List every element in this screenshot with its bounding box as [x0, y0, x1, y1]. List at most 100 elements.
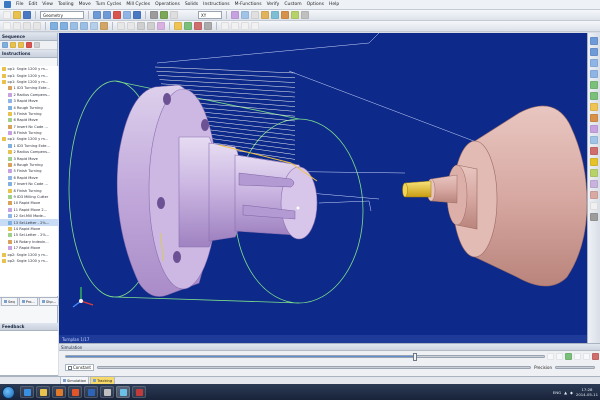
- mill-tool-icon[interactable]: [60, 22, 68, 30]
- menu-move[interactable]: Move: [79, 2, 91, 7]
- taskbar-explorer-icon[interactable]: [36, 386, 50, 398]
- redo-icon[interactable]: [103, 11, 111, 19]
- shade-icon[interactable]: [231, 11, 239, 19]
- menu-tooling[interactable]: Tooling: [58, 2, 74, 7]
- show-part-icon[interactable]: [590, 180, 598, 188]
- rewind-icon[interactable]: [547, 353, 554, 360]
- rapid-move-icon[interactable]: [117, 22, 125, 30]
- language-indicator[interactable]: ENG: [553, 390, 561, 395]
- fast-forward-icon[interactable]: [583, 353, 590, 360]
- groove-tool-icon[interactable]: [90, 22, 98, 30]
- open-folder-icon[interactable]: [13, 11, 21, 19]
- step-back-icon[interactable]: [556, 353, 563, 360]
- view-plane-combo[interactable]: XY: [198, 11, 222, 19]
- step-forward-icon[interactable]: [574, 353, 581, 360]
- measure-icon[interactable]: [271, 11, 279, 19]
- snapshot-icon[interactable]: [590, 213, 598, 221]
- help-icon[interactable]: [133, 11, 141, 19]
- delete-operation-icon[interactable]: [26, 42, 32, 48]
- mode-combo[interactable]: Geometry: [40, 11, 84, 19]
- plane-xy-icon[interactable]: [221, 22, 229, 30]
- wireframe-icon[interactable]: [241, 11, 249, 19]
- menu-verify[interactable]: Verify: [267, 2, 280, 7]
- tab-shape[interactable]: Shp...: [38, 298, 60, 306]
- taskbar-app-icon[interactable]: [100, 386, 114, 398]
- plane-custom-icon[interactable]: [251, 22, 259, 30]
- plane-yz-icon[interactable]: [231, 22, 239, 30]
- plane-zx-icon[interactable]: [241, 22, 249, 30]
- line-icon[interactable]: [13, 22, 21, 30]
- point-icon[interactable]: [3, 22, 11, 30]
- menu-file[interactable]: File: [16, 2, 24, 7]
- rotate-view-icon[interactable]: [590, 114, 598, 122]
- taskbar-firefox-icon[interactable]: [68, 386, 82, 398]
- zoom-icon[interactable]: [123, 11, 131, 19]
- zoom-in-icon[interactable]: [590, 81, 598, 89]
- 3d-viewport[interactable]: [59, 33, 587, 335]
- menu-help[interactable]: Help: [329, 2, 339, 7]
- verify-icon[interactable]: [184, 22, 192, 30]
- section-view-icon[interactable]: [590, 147, 598, 155]
- options-icon[interactable]: [301, 11, 309, 19]
- lighting-icon[interactable]: [590, 202, 598, 210]
- stop-icon[interactable]: [592, 353, 599, 360]
- save-icon[interactable]: [23, 11, 31, 19]
- pan-view-icon[interactable]: [590, 125, 598, 133]
- expand-all-icon[interactable]: [34, 42, 40, 48]
- taskbar-ie-icon[interactable]: [20, 386, 34, 398]
- redraw-icon[interactable]: [590, 136, 598, 144]
- arc-icon[interactable]: [33, 22, 41, 30]
- view-top-icon[interactable]: [590, 59, 598, 67]
- tab-sequence[interactable]: Seq: [1, 298, 18, 306]
- turn-tool-icon[interactable]: [50, 22, 58, 30]
- undo-icon[interactable]: [93, 11, 101, 19]
- menu-solids[interactable]: Solids: [185, 2, 198, 7]
- show-stock-icon[interactable]: [590, 169, 598, 177]
- delete-icon[interactable]: [113, 11, 121, 19]
- start-button[interactable]: [2, 385, 15, 399]
- zoom-window-icon[interactable]: [590, 103, 598, 111]
- precision-slider[interactable]: [555, 366, 595, 369]
- taskbar-word-icon[interactable]: [84, 386, 98, 398]
- view-front-icon[interactable]: [590, 48, 598, 56]
- menu-operations[interactable]: Operations: [155, 2, 180, 7]
- menu-view[interactable]: View: [42, 2, 53, 7]
- simulation-progress-slider[interactable]: [65, 353, 545, 361]
- application-icon[interactable]: [4, 1, 11, 8]
- menu-m-functions[interactable]: M-Functions: [235, 2, 262, 7]
- view-side-icon[interactable]: [590, 70, 598, 78]
- volume-icon[interactable]: ◆: [570, 390, 573, 395]
- add-operation-icon[interactable]: [2, 42, 8, 48]
- new-file-icon[interactable]: [3, 11, 11, 19]
- grid-icon[interactable]: [251, 11, 259, 19]
- solid-icon[interactable]: [157, 22, 165, 30]
- move-up-icon[interactable]: [10, 42, 16, 48]
- simulate-icon[interactable]: [174, 22, 182, 30]
- taskbar-cam-icon[interactable]: [116, 386, 130, 398]
- circle-icon[interactable]: [23, 22, 31, 30]
- pan-icon[interactable]: [150, 11, 158, 19]
- drill-tool-icon[interactable]: [70, 22, 78, 30]
- clock[interactable]: 17:28 2014-05-11: [576, 387, 598, 397]
- tool-library-icon[interactable]: [100, 22, 108, 30]
- render-icon[interactable]: [291, 11, 299, 19]
- thread-tool-icon[interactable]: [80, 22, 88, 30]
- view-iso-icon[interactable]: [590, 37, 598, 45]
- constant-checkbox[interactable]: Constant: [65, 364, 94, 371]
- speed-slider[interactable]: [96, 366, 532, 369]
- fit-view-icon[interactable]: [170, 11, 178, 19]
- feed-move-icon[interactable]: [127, 22, 135, 30]
- finish-turn-icon[interactable]: [147, 22, 155, 30]
- zoom-out-icon[interactable]: [590, 92, 598, 100]
- taskbar-pdf-icon[interactable]: [132, 386, 146, 398]
- layers-icon[interactable]: [261, 11, 269, 19]
- home-view-icon[interactable]: [281, 11, 289, 19]
- menu-instructions[interactable]: Instructions: [203, 2, 229, 7]
- rotate-icon[interactable]: [160, 11, 168, 19]
- network-icon[interactable]: ▲: [564, 390, 567, 395]
- show-spindle-icon[interactable]: [590, 191, 598, 199]
- simulation-slider-handle[interactable]: [412, 353, 417, 361]
- show-tool-icon[interactable]: [590, 158, 598, 166]
- settings-icon[interactable]: [204, 22, 212, 30]
- menu-options[interactable]: Options: [307, 2, 324, 7]
